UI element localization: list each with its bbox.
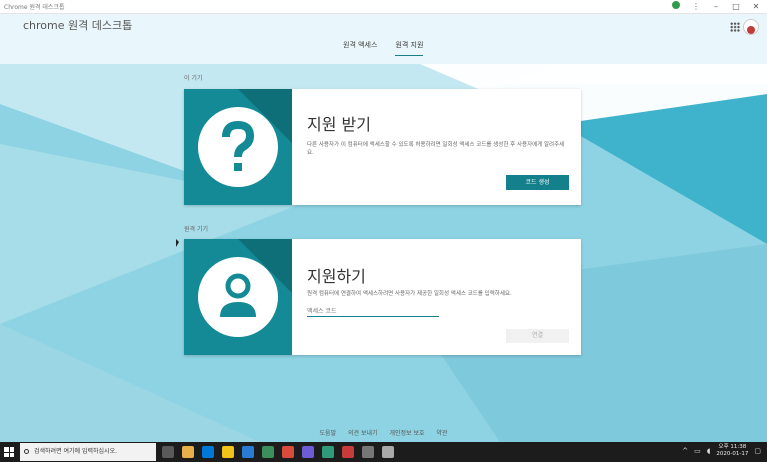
- app-icon[interactable]: [262, 446, 274, 458]
- app-title: chrome 원격 데스크톱: [23, 19, 133, 32]
- tab-remote-support[interactable]: 원격 지원: [395, 40, 424, 56]
- maximize-button[interactable]: □: [729, 2, 743, 11]
- chevron-up-icon[interactable]: ^: [682, 447, 688, 455]
- minimize-button[interactable]: –: [709, 2, 723, 11]
- give-support-card: 지원하기 원격 컴퓨터에 연결하여 액세스하려면 사용자가 제공한 일회성 액세…: [184, 239, 581, 355]
- generate-code-button[interactable]: 코드 생성: [506, 175, 569, 190]
- clock-time: 오후 11:38: [718, 444, 747, 450]
- windows-start-icon[interactable]: [4, 447, 14, 457]
- notification-icon[interactable]: ▢: [754, 447, 761, 455]
- app-icon-3[interactable]: [322, 446, 334, 458]
- receive-support-title: 지원 받기: [307, 115, 371, 134]
- receive-support-illustration: [184, 89, 292, 205]
- store-icon[interactable]: [182, 446, 194, 458]
- window-controls: ⋮ – □ ✕: [669, 1, 763, 11]
- window-title: Chrome 원격 데스크톱: [4, 4, 65, 11]
- network-icon[interactable]: ▭: [694, 447, 701, 455]
- task-view-icon[interactable]: [162, 446, 174, 458]
- file-explorer-icon[interactable]: [222, 446, 234, 458]
- clock[interactable]: 오후 11:38 2020-01-17: [716, 444, 748, 458]
- section-label-remote-device: 원격 기기: [184, 226, 208, 233]
- receive-support-card: 지원 받기 다른 사용자가 이 컴퓨터에 액세스할 수 있도록 허용하려면 일회…: [184, 89, 581, 205]
- chrome-icon[interactable]: [282, 446, 294, 458]
- apps-grid-icon[interactable]: [730, 22, 740, 32]
- volume-icon[interactable]: ◖: [707, 447, 711, 455]
- extension-icon[interactable]: [669, 1, 683, 11]
- mouse-cursor-icon: [176, 239, 179, 247]
- close-button[interactable]: ✕: [749, 2, 763, 11]
- give-support-illustration: [184, 239, 292, 355]
- edge-icon[interactable]: [202, 446, 214, 458]
- taskbar-pinned-apps: [162, 446, 394, 458]
- search-icon: [24, 449, 29, 454]
- tab-remote-access[interactable]: 원격 액세스: [343, 40, 377, 56]
- taskbar: 검색하려면 여기에 입력하십시오. ^ ▭ ◖ 오후 11:38 2020-01…: [0, 442, 767, 462]
- app-header: chrome 원격 데스크톱 원격 액세스 원격 지원: [0, 14, 767, 64]
- taskbar-search-input[interactable]: 검색하려면 여기에 입력하십시오.: [20, 443, 156, 461]
- receive-support-description: 다른 사용자가 이 컴퓨터에 액세스할 수 있도록 허용하려면 일회성 액세스 …: [307, 142, 565, 156]
- person-icon: [220, 273, 256, 317]
- footer-link-privacy[interactable]: 개인정보 보호: [389, 430, 424, 437]
- ie-icon[interactable]: [242, 446, 254, 458]
- tab-bar: 원격 액세스 원격 지원: [343, 40, 424, 56]
- section-label-this-device: 이 기기: [184, 75, 203, 82]
- question-mark-icon: [222, 120, 255, 171]
- footer-link-help[interactable]: 도움말: [320, 430, 337, 437]
- system-tray: ^ ▭ ◖ 오후 11:38 2020-01-17 ▢: [682, 444, 761, 458]
- footer-link-feedback[interactable]: 의견 보내기: [348, 430, 378, 437]
- footer-links: 도움말 의견 보내기 개인정보 보호 약관: [0, 428, 767, 437]
- app-icon-4[interactable]: [342, 446, 354, 458]
- kebab-menu-icon[interactable]: ⋮: [689, 2, 703, 11]
- give-support-title: 지원하기: [307, 267, 366, 286]
- taskbar-search-placeholder: 검색하려면 여기에 입력하십시오.: [34, 448, 118, 455]
- remote-desktop-icon[interactable]: [382, 446, 394, 458]
- give-support-description: 원격 컴퓨터에 연결하여 액세스하려면 사용자가 제공한 일회성 액세스 코드를…: [307, 291, 512, 297]
- app-icon-2[interactable]: [302, 446, 314, 458]
- footer-link-terms[interactable]: 약관: [436, 430, 447, 437]
- window-titlebar: Chrome 원격 데스크톱 ⋮ – □ ✕: [0, 0, 767, 14]
- clock-date: 2020-01-17: [716, 451, 749, 457]
- access-code-input[interactable]: [307, 306, 439, 317]
- avatar[interactable]: [743, 19, 759, 35]
- connect-button[interactable]: 연결: [506, 329, 569, 343]
- app-icon-5[interactable]: [362, 446, 374, 458]
